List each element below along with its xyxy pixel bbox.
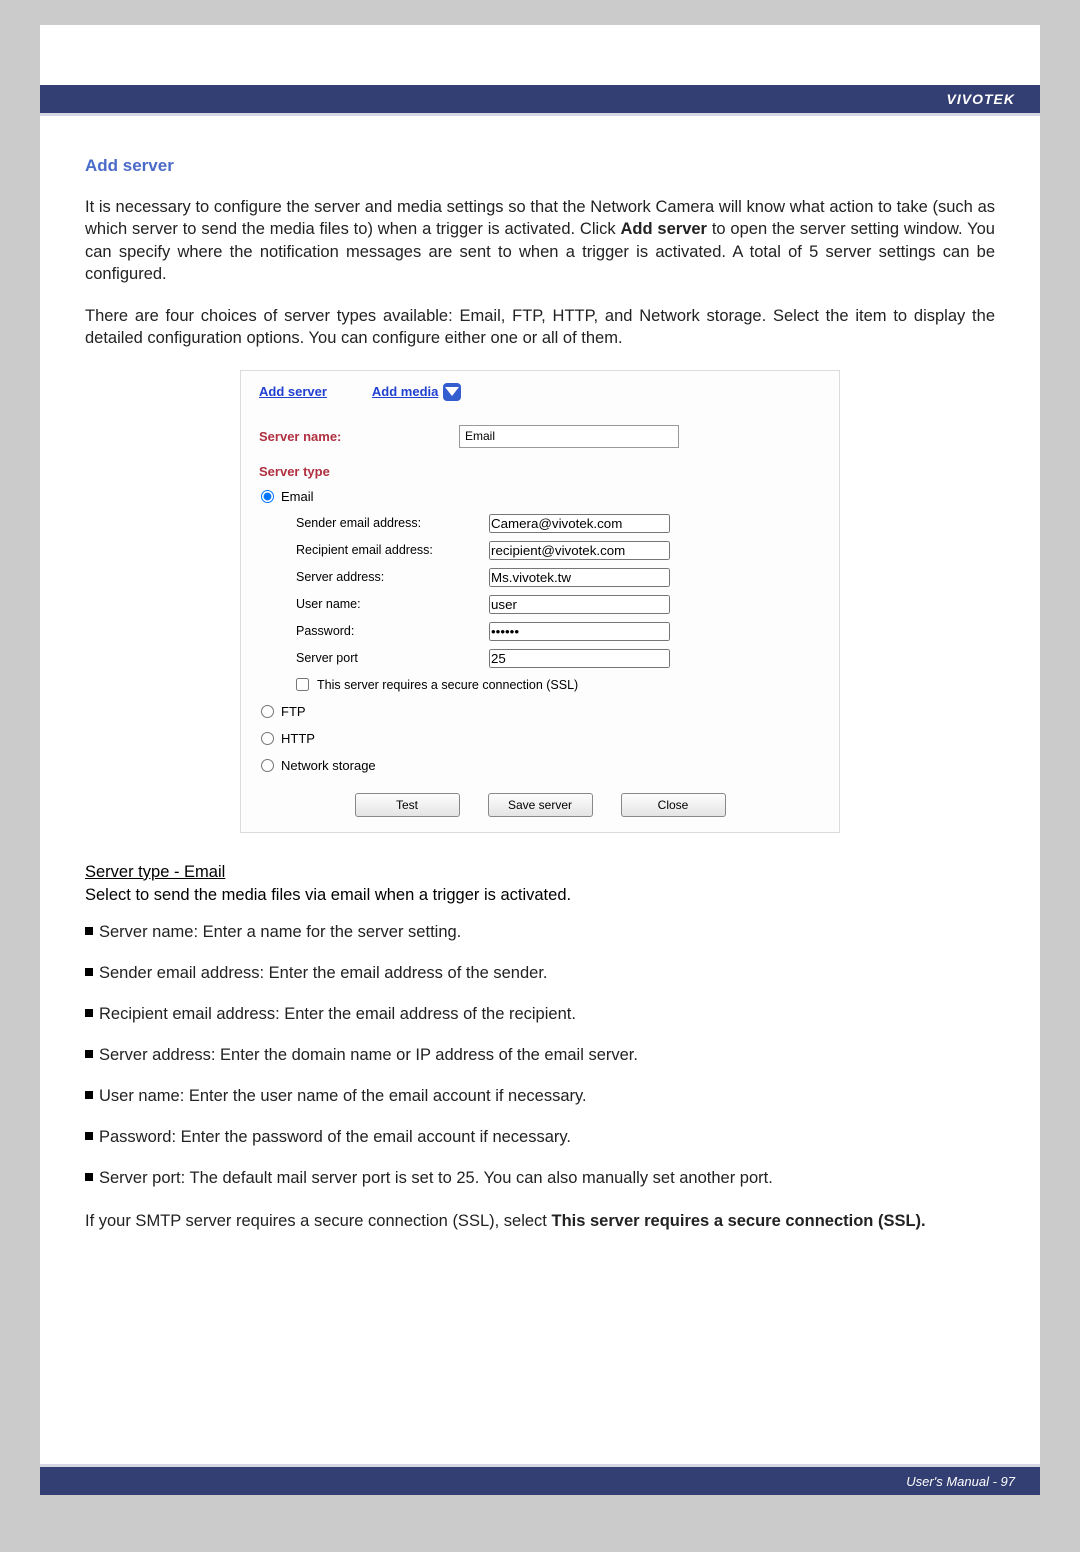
ftp-radio[interactable] — [261, 705, 274, 718]
footer: User's Manual - 97 — [40, 1464, 1040, 1495]
paragraph-1: It is necessary to configure the server … — [85, 196, 995, 285]
header-band: VIVOTEK — [40, 85, 1040, 113]
server-address-label: Server address: — [296, 570, 481, 584]
ssl-label: This server requires a secure connection… — [317, 678, 578, 692]
server-port-input[interactable] — [489, 649, 670, 668]
recipient-email-input[interactable] — [489, 541, 670, 560]
final-paragraph: If your SMTP server requires a secure co… — [85, 1210, 995, 1232]
test-button[interactable]: Test — [355, 793, 460, 817]
bullet-icon — [85, 927, 93, 935]
add-media-tab[interactable]: Add media — [372, 383, 461, 401]
network-storage-radio[interactable] — [261, 759, 274, 772]
para1-bold-add-server: Add server — [621, 220, 707, 238]
server-type-label: Server type — [241, 454, 839, 483]
server-port-label: Server port — [296, 651, 481, 665]
list-item: Recipient email address: Enter the email… — [85, 1005, 995, 1024]
server-type-email-desc: Select to send the media files via email… — [85, 886, 995, 905]
close-button[interactable]: Close — [621, 793, 726, 817]
list-item: Server address: Enter the domain name or… — [85, 1046, 995, 1065]
list-item: User name: Enter the user name of the em… — [85, 1087, 995, 1106]
http-radio[interactable] — [261, 732, 274, 745]
username-input[interactable] — [489, 595, 670, 614]
bullet-icon — [85, 968, 93, 976]
list-item: Password: Enter the password of the emai… — [85, 1128, 995, 1147]
username-label: User name: — [296, 597, 481, 611]
ftp-radio-label: FTP — [281, 704, 306, 719]
brand-label: VIVOTEK — [947, 91, 1015, 107]
network-storage-radio-label: Network storage — [281, 758, 376, 773]
server-name-label: Server name: — [259, 429, 459, 444]
chevron-down-icon — [443, 383, 461, 401]
bullet-list: Server name: Enter a name for the server… — [85, 923, 995, 1188]
section-title: Add server — [85, 156, 995, 176]
bullet-icon — [85, 1009, 93, 1017]
password-input[interactable] — [489, 622, 670, 641]
sender-email-label: Sender email address: — [296, 516, 481, 530]
recipient-email-label: Recipient email address: — [296, 543, 481, 557]
ssl-checkbox[interactable] — [296, 678, 309, 691]
password-label: Password: — [296, 624, 481, 638]
paragraph-2: There are four choices of server types a… — [85, 305, 995, 350]
list-item: Server port: The default mail server por… — [85, 1169, 995, 1188]
email-radio-label: Email — [281, 489, 314, 504]
server-dialog: Add server Add media Server name: Server… — [240, 370, 840, 833]
add-server-tab[interactable]: Add server — [259, 383, 327, 401]
server-name-input[interactable] — [459, 425, 679, 448]
final-text-a: If your SMTP server requires a secure co… — [85, 1212, 551, 1230]
http-radio-label: HTTP — [281, 731, 315, 746]
server-address-input[interactable] — [489, 568, 670, 587]
email-radio[interactable] — [261, 490, 274, 503]
save-server-button[interactable]: Save server — [488, 793, 593, 817]
list-item: Server name: Enter a name for the server… — [85, 923, 995, 942]
bullet-icon — [85, 1091, 93, 1099]
bullet-icon — [85, 1050, 93, 1058]
footer-label: User's Manual - 97 — [906, 1474, 1015, 1489]
server-type-email-heading: Server type - Email — [85, 863, 995, 882]
final-bold: This server requires a secure connection… — [551, 1212, 925, 1230]
list-item: Sender email address: Enter the email ad… — [85, 964, 995, 983]
bullet-icon — [85, 1132, 93, 1140]
bullet-icon — [85, 1173, 93, 1181]
sender-email-input[interactable] — [489, 514, 670, 533]
